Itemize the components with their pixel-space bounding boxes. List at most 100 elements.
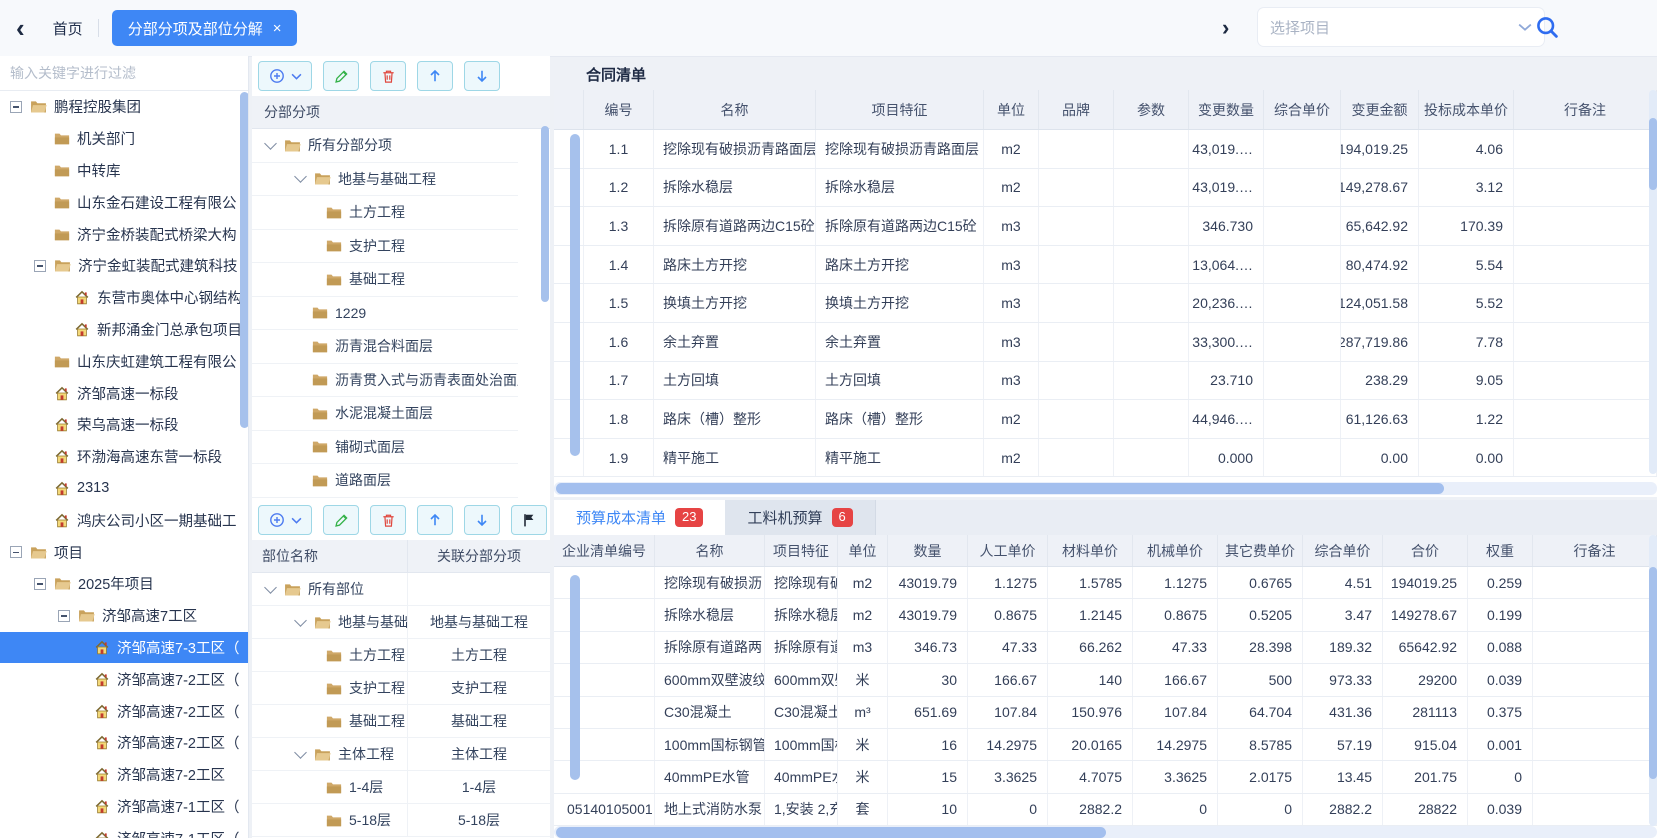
caret-down-icon[interactable] [264, 137, 277, 150]
budget-vscrollbar[interactable] [1649, 567, 1657, 779]
tree-expander-icon[interactable] [10, 101, 22, 113]
sidebar-item-14[interactable]: 项目 [0, 536, 248, 568]
division-item-7[interactable]: 沥青贯入式与沥青表面处治面层 [252, 364, 518, 398]
budget-left-scrollbar[interactable] [570, 575, 580, 780]
tree-expander-icon[interactable] [58, 610, 70, 622]
division-item-8[interactable]: 水泥混凝土面层 [252, 397, 518, 431]
move-down-button[interactable] [464, 61, 500, 91]
contract-row-7[interactable]: 1.8路床（槽）整形路床（槽）整形m244,946.…61,126.631.22 [554, 400, 1657, 439]
sidebar-item-4[interactable]: 济宁金桥装配式桥梁大构 [0, 218, 248, 250]
location-row-5[interactable]: 主体工程主体工程 [252, 738, 550, 771]
sidebar-item-17[interactable]: 济邹高速7-3工区（ [0, 632, 248, 664]
delete-button[interactable] [370, 505, 406, 535]
sidebar-item-12[interactable]: 2313 [0, 473, 248, 505]
back-icon[interactable]: ‹ [16, 15, 25, 41]
budget-row-6[interactable]: 40mmPE水管40mmPE水米153.36254.70753.36252.01… [554, 761, 1657, 793]
tab-labor-material-budget[interactable]: 工料机预算 6 [725, 500, 875, 535]
move-up-button[interactable] [417, 505, 453, 535]
sidebar-item-16[interactable]: 济邹高速7工区 [0, 600, 248, 632]
budget-hscrollbar[interactable] [556, 827, 1106, 838]
contract-row-6[interactable]: 1.7土方回填土方回填m323.710238.299.05 [554, 362, 1657, 401]
budget-row-1[interactable]: 拆除水稳层拆除水稳层m243019.790.86751.21450.86750.… [554, 599, 1657, 631]
tree-expander-icon[interactable] [10, 546, 22, 558]
division-item-5[interactable]: 1229 [252, 297, 518, 331]
sidebar-item-1[interactable]: 机关部门 [0, 123, 248, 155]
division-item-0[interactable]: 所有分部分项 [252, 129, 518, 163]
location-row-3[interactable]: 支护工程支护工程 [252, 672, 550, 705]
contract-row-3[interactable]: 1.4路床土方开挖路床土方开挖m313,064.…80,474.925.54 [554, 246, 1657, 285]
contract-row-1[interactable]: 1.2拆除水稳层拆除水稳层m243,019.…149,278.673.12 [554, 169, 1657, 208]
sidebar-item-8[interactable]: 山东庆虹建筑工程有限公 [0, 345, 248, 377]
budget-row-7[interactable]: 05140105001地上式消防水泵1,安装 2,充套1002882.20028… [554, 794, 1657, 826]
division-item-4[interactable]: 基础工程 [252, 263, 518, 297]
contract-vscrollbar[interactable] [1649, 118, 1657, 190]
sidebar-item-15[interactable]: 2025年项目 [0, 568, 248, 600]
division-item-2[interactable]: 土方工程 [252, 196, 518, 230]
sidebar-item-11[interactable]: 环渤海高速东营一标段 [0, 441, 248, 473]
sidebar-item-10[interactable]: 荣乌高速一标段 [0, 409, 248, 441]
division-item-1[interactable]: 地基与基础工程 [252, 163, 518, 197]
sidebar-item-3[interactable]: 山东金石建设工程有限公 [0, 186, 248, 218]
sidebar-item-23[interactable]: 济邹高速7-1工区（ [0, 822, 248, 838]
tree-expander-icon[interactable] [34, 578, 46, 590]
contract-row-8[interactable]: 1.9精平施工精平施工m20.0000.000.00 [554, 439, 1657, 478]
sidebar-item-20[interactable]: 济邹高速7-2工区（ [0, 727, 248, 759]
sidebar-item-6[interactable]: 东营市奥体中心钢结构 [0, 282, 248, 314]
move-up-button[interactable] [417, 61, 453, 91]
tab-home[interactable]: 首页 [53, 18, 83, 39]
location-row-2[interactable]: 土方工程土方工程 [252, 639, 550, 672]
sidebar-item-7[interactable]: 新邦涌金门总承包项目 [0, 314, 248, 346]
budget-row-3[interactable]: 600mm双壁波纹600mm双壁米30166.67140166.67500973… [554, 664, 1657, 696]
budget-row-2[interactable]: 拆除原有道路两拆除原有道m3346.7347.3366.26247.3328.3… [554, 632, 1657, 664]
budget-row-4[interactable]: C30混凝土C30混凝土m³651.69107.84150.976107.846… [554, 697, 1657, 729]
location-row-0[interactable]: 所有部位 [252, 573, 550, 606]
sidebar-item-2[interactable]: 中转库 [0, 155, 248, 187]
budget-row-5[interactable]: 100mm国标钢管100mm国标米1614.297520.016514.2975… [554, 729, 1657, 761]
move-down-button[interactable] [464, 505, 500, 535]
add-button[interactable] [258, 61, 312, 91]
close-icon[interactable]: × [273, 20, 282, 37]
budget-tabbar: 预算成本清单 23 工料机预算 6 [554, 500, 1657, 535]
contract-left-scrollbar[interactable] [570, 134, 580, 456]
division-item-10[interactable]: 道路面层 [252, 464, 518, 498]
division-item-6[interactable]: 沥青混合料面层 [252, 330, 518, 364]
tab-active[interactable]: 分部分项及部位分解 × [112, 10, 298, 46]
project-select[interactable]: 选择项目 [1258, 8, 1544, 46]
contract-row-2[interactable]: 1.3拆除原有道路两边C15砼拆除原有道路两边C15砼m3346.73065,6… [554, 207, 1657, 246]
sidebar-scrollbar[interactable] [240, 92, 249, 428]
sidebar-item-0[interactable]: 鹏程控股集团 [0, 91, 248, 123]
expand-right-icon[interactable]: › [1222, 15, 1229, 41]
sidebar-item-13[interactable]: 鸿庆公司小区一期基础工 [0, 504, 248, 536]
add-button[interactable] [258, 505, 312, 535]
location-row-1[interactable]: 地基与基础工程地基与基础工程 [252, 606, 550, 639]
sidebar-item-5[interactable]: 济宁金虹装配式建筑科技 [0, 250, 248, 282]
location-row-7[interactable]: 5-18层5-18层 [252, 804, 550, 837]
sidebar-item-21[interactable]: 济邹高速7-2工区 [0, 759, 248, 791]
caret-down-icon[interactable] [264, 581, 277, 594]
tab-budget-cost-list[interactable]: 预算成本清单 23 [554, 500, 725, 535]
sidebar-filter-input[interactable]: 输入关键字进行过滤 [0, 56, 248, 91]
caret-down-icon[interactable] [294, 614, 307, 627]
contract-row-5[interactable]: 1.6余土弃置余土弃置m333,300.…287,719.867.78 [554, 323, 1657, 362]
contract-hscrollbar[interactable] [556, 483, 1444, 494]
contract-row-0[interactable]: 1.1挖除现有破损沥青路面层挖除现有破损沥青路面层m243,019.…194,0… [554, 130, 1657, 169]
location-row-4[interactable]: 基础工程基础工程 [252, 705, 550, 738]
edit-button[interactable] [323, 61, 359, 91]
edit-button[interactable] [323, 505, 359, 535]
caret-down-icon[interactable] [294, 746, 307, 759]
sidebar-item-22[interactable]: 济邹高速7-1工区（ [0, 791, 248, 823]
caret-down-icon[interactable] [294, 170, 307, 183]
flag-button[interactable] [511, 505, 547, 535]
budget-row-0[interactable]: 挖除现有破损沥挖除现有破m243019.791.12751.57851.1275… [554, 567, 1657, 599]
division-scrollbar[interactable] [541, 126, 549, 302]
division-item-9[interactable]: 铺砌式面层 [252, 431, 518, 465]
location-row-6[interactable]: 1-4层1-4层 [252, 771, 550, 804]
division-item-3[interactable]: 支护工程 [252, 230, 518, 264]
tree-expander-icon[interactable] [34, 260, 46, 272]
contract-row-4[interactable]: 1.5换填土方开挖换填土方开挖m320,236.…124,051.585.52 [554, 284, 1657, 323]
sidebar-item-19[interactable]: 济邹高速7-2工区（ [0, 695, 248, 727]
sidebar-item-18[interactable]: 济邹高速7-2工区（ [0, 663, 248, 695]
sidebar-item-9[interactable]: 济邹高速一标段 [0, 377, 248, 409]
search-icon[interactable] [1534, 14, 1560, 40]
delete-button[interactable] [370, 61, 406, 91]
